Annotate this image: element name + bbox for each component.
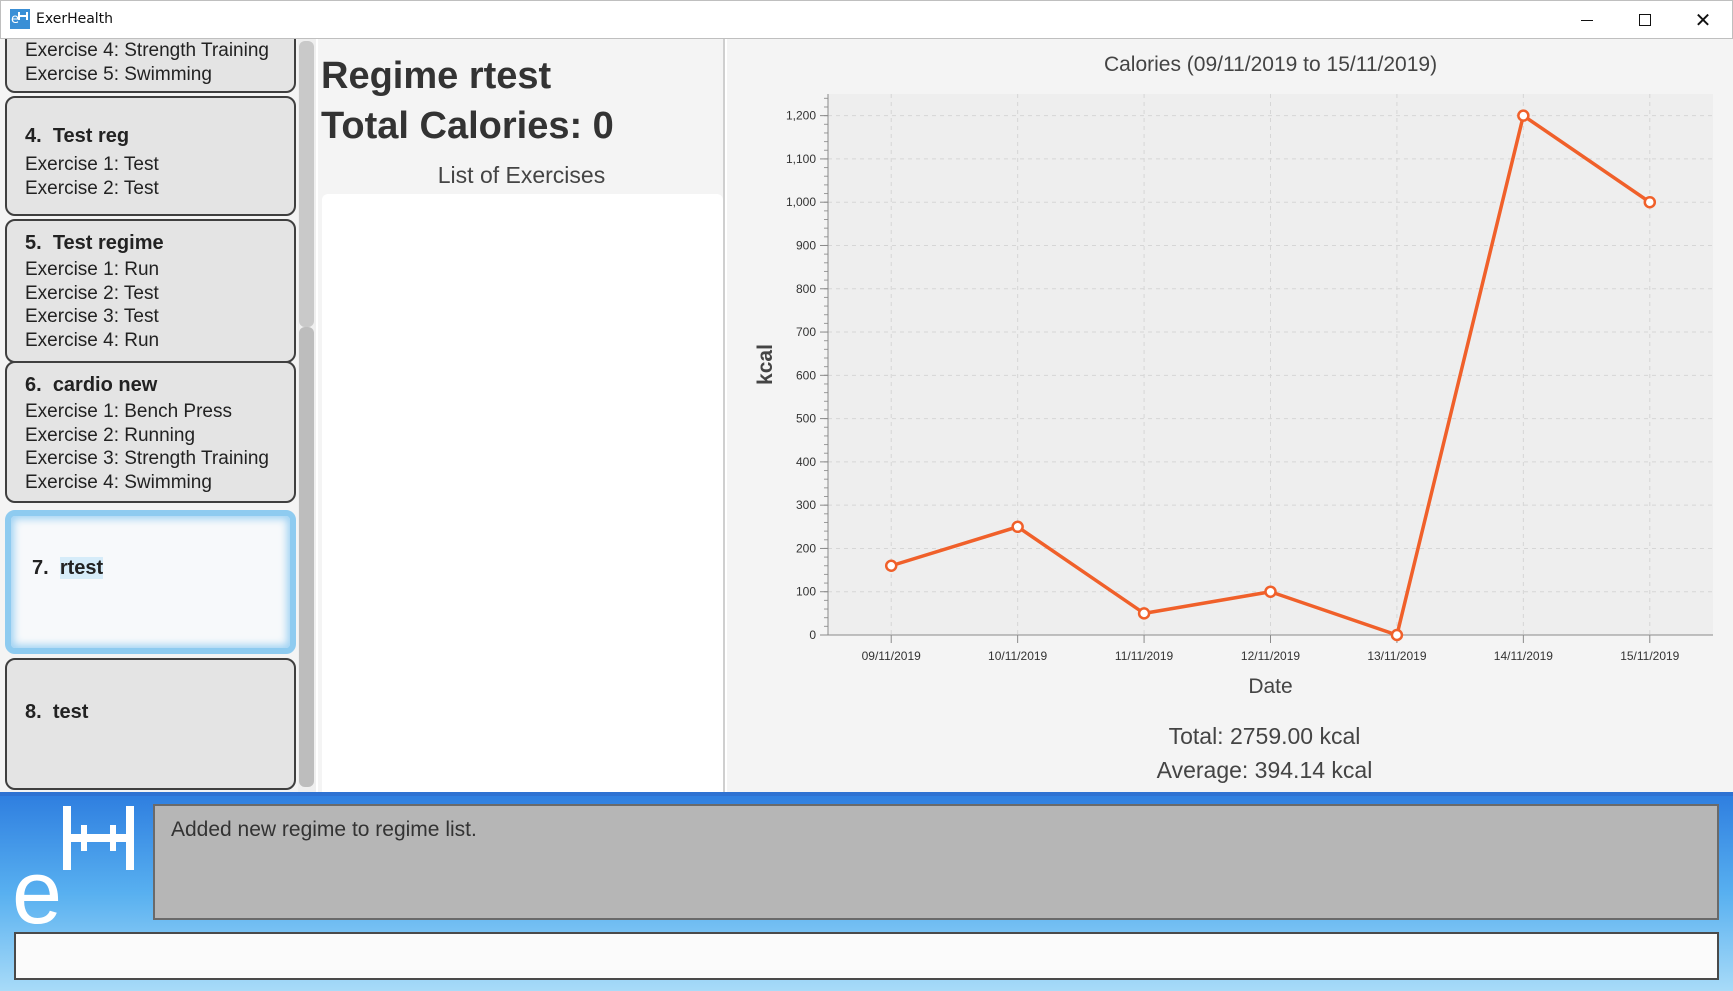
exercise-line: Exercise 1: Run <box>25 259 160 280</box>
y-tick-label: 0 <box>809 628 816 642</box>
regime-card-8[interactable]: 8. test <box>5 658 296 790</box>
x-tick-label: 13/11/2019 <box>1367 649 1426 663</box>
exercise-line: Exercise 3: Test <box>25 306 159 327</box>
exercise-line: Exercise 4: Swimming <box>25 471 212 493</box>
regime-title: Regime rtest <box>321 55 552 97</box>
regime-card-heading: 6. cardio new <box>25 374 158 396</box>
exercise-line: Exercise 2: Test <box>25 282 159 304</box>
exercise-line: Exercise 2: Running <box>25 424 196 446</box>
exercise-line: Exercise 1: Bench Press <box>25 401 232 422</box>
y-tick-label: 500 <box>796 412 816 426</box>
regime-card-heading: 4. Test reg <box>25 125 130 147</box>
y-tick-label: 200 <box>796 541 816 555</box>
y-tick-label: 800 <box>796 282 816 296</box>
regime-card-partial[interactable]: Exercise 4: Strength Training Exercise 5… <box>5 39 296 93</box>
minimize-button[interactable] <box>1558 1 1616 39</box>
exercise-line: Exercise 4: Strength Training <box>25 40 269 61</box>
y-axis-label: kcal <box>754 344 777 385</box>
exercise-line: Exercise 5: Swimming <box>25 63 212 85</box>
data-point <box>884 559 898 573</box>
calorie-line-chart: Calories (09/11/2019 to 15/11/2019) 0 100 2… <box>754 53 1713 783</box>
y-tick-label: 400 <box>796 455 816 469</box>
x-tick-label: 15/11/2019 <box>1620 649 1679 663</box>
close-button[interactable]: ✕ <box>1674 1 1732 39</box>
regime-card-5[interactable]: 5. Test regime Exercise 1: Run Exercise … <box>5 219 296 363</box>
data-point <box>1517 109 1530 122</box>
x-tick-label: 09/11/2019 <box>862 649 921 663</box>
regime-detail-panel: Regime rtest Total Calories: 0 List of E… <box>318 39 725 792</box>
regime-card-7-selected[interactable]: 7. rtest <box>5 510 296 654</box>
close-icon: ✕ <box>1694 8 1712 32</box>
y-tick-label: 100 <box>796 585 816 599</box>
exercise-line: Exercise 1: Test <box>25 154 159 175</box>
exercise-line: Exercise 4: Run <box>25 329 160 351</box>
title-bar: e ExerHealth ✕ <box>0 0 1733 39</box>
scrollbar-track-upper <box>299 41 314 327</box>
y-tick-label: 300 <box>796 498 816 512</box>
y-tick-label: 1,200 <box>786 109 816 123</box>
regime-list-panel[interactable]: Exercise 4: Strength Training Exercise 5… <box>0 39 316 792</box>
window-title: ExerHealth <box>36 11 114 27</box>
y-tick-label: 700 <box>796 325 816 339</box>
regime-card-4[interactable]: 4. Test reg Exercise 1: Test Exercise 2:… <box>5 96 296 216</box>
data-point <box>1390 628 1404 642</box>
exercise-list[interactable] <box>322 194 723 792</box>
regime-card-6[interactable]: 6. cardio new Exercise 1: Bench Press Ex… <box>5 361 296 503</box>
x-axis-label: Date <box>1248 675 1292 698</box>
data-point <box>1264 585 1277 598</box>
regime-card-heading: 5. Test regime <box>25 232 164 254</box>
data-point <box>1011 520 1024 534</box>
minimize-icon <box>1581 19 1593 21</box>
bottom-bar: e Added new regime to regime list. <box>0 792 1733 991</box>
scrollbar-thumb[interactable] <box>299 327 314 787</box>
total-calories: Total Calories: 0 <box>321 105 614 147</box>
maximize-icon <box>1639 14 1651 26</box>
x-tick-label: 11/11/2019 <box>1115 649 1174 663</box>
svg-text:e: e <box>12 843 62 930</box>
y-tick-label: 900 <box>796 238 816 252</box>
y-tick-label: 1,100 <box>786 152 816 166</box>
result-display: Added new regime to regime list. <box>153 804 1719 920</box>
y-tick-label: 1,000 <box>786 195 816 209</box>
exercise-line: Exercise 2: Test <box>25 177 159 199</box>
average-kcal-stat: Average: 394.14 kcal <box>1157 757 1373 783</box>
total-kcal-stat: Total: 2759.00 kcal <box>1169 723 1361 749</box>
regime-card-heading: 8. test <box>25 701 89 723</box>
regime-card-heading: 7. rtest <box>32 557 104 579</box>
exercise-line: Exercise 3: Strength Training <box>25 448 269 469</box>
data-point <box>1643 195 1657 209</box>
command-input[interactable] <box>14 932 1719 980</box>
y-tick-label: 600 <box>796 368 816 382</box>
app-icon: e <box>10 9 30 29</box>
maximize-button[interactable] <box>1616 1 1674 39</box>
chart-title: Calories (09/11/2019 to 15/11/2019) <box>1104 53 1437 76</box>
calorie-chart-panel: Calories (09/11/2019 to 15/11/2019) 0 100 2… <box>727 39 1733 792</box>
result-message: Added new regime to regime list. <box>171 818 477 841</box>
exercise-list-label: List of Exercises <box>437 162 606 188</box>
x-tick-label: 12/11/2019 <box>1241 649 1300 663</box>
data-point <box>1137 607 1151 620</box>
exerhealth-logo: e <box>12 806 134 930</box>
x-tick-label: 10/11/2019 <box>988 649 1047 663</box>
x-tick-label: 14/11/2019 <box>1494 649 1553 663</box>
